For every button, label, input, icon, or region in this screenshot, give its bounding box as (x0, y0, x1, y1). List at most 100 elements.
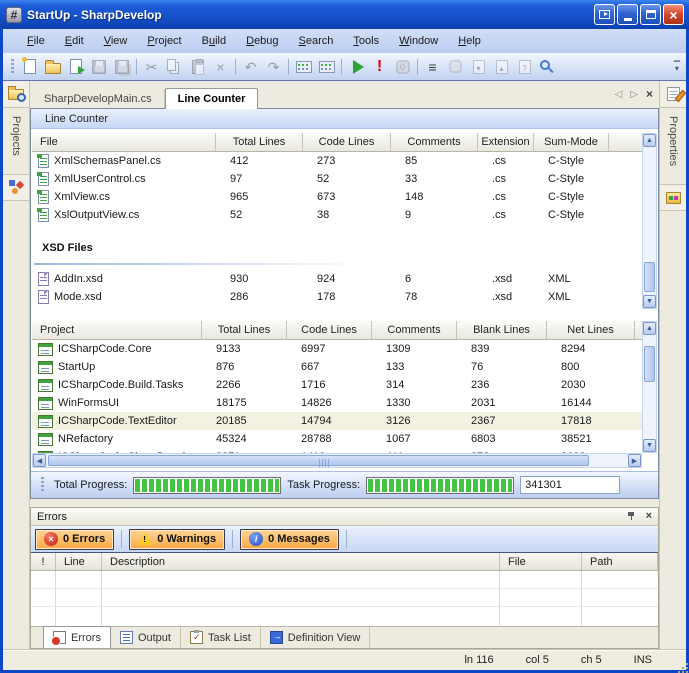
column-header[interactable]: ! (31, 553, 56, 570)
prev-bookmark-button[interactable]: ▾ (467, 56, 490, 78)
next-bookmark-button[interactable]: ▴ (490, 56, 513, 78)
undo-button[interactable]: ↶ (239, 56, 262, 78)
toolbar-separator[interactable] (285, 56, 292, 78)
bottom-tab-output[interactable]: Output (111, 627, 181, 648)
file-row[interactable]: Mode.xsd 286 178 78 .xsd XML (32, 288, 642, 306)
region-button[interactable] (444, 56, 467, 78)
menu-tools[interactable]: Tools (343, 32, 389, 50)
dock-button[interactable] (594, 4, 615, 25)
progress-grip[interactable] (41, 477, 44, 493)
column-header[interactable]: Project (32, 321, 202, 339)
scroll-left-icon[interactable]: ◀ (33, 454, 46, 467)
toolbar-overflow-chevron[interactable]: ▔▾ (672, 62, 682, 72)
help-button[interactable]: ? (513, 56, 536, 78)
toolbar-separator[interactable] (232, 56, 239, 78)
menu-debug[interactable]: Debug (236, 32, 288, 50)
classes-pad-button[interactable] (3, 174, 29, 201)
delete-button[interactable]: × (209, 56, 232, 78)
stop-button[interactable]: 0 (391, 56, 414, 78)
menu-project[interactable]: Project (137, 32, 191, 50)
tab-line-counter[interactable]: Line Counter (165, 88, 259, 109)
copy-button[interactable] (163, 56, 186, 78)
column-header[interactable]: Net Lines (547, 321, 635, 339)
scroll-thumb[interactable] (644, 262, 655, 292)
menu-build[interactable]: Build (192, 32, 236, 50)
column-header[interactable]: Path (582, 553, 658, 570)
minimize-button[interactable] (617, 4, 638, 25)
column-header[interactable]: Line (56, 553, 102, 570)
save-all-button[interactable] (110, 56, 133, 78)
column-header[interactable]: Total Lines (202, 321, 287, 339)
toolbox-pad-button[interactable] (660, 184, 686, 211)
projects-pad-label[interactable]: Projects (10, 108, 22, 164)
resize-grip[interactable] (682, 667, 684, 669)
file-row[interactable]: XmlUserControl.cs 97 52 33 .cs C-Style (32, 170, 642, 188)
bottom-tab-task-list[interactable]: Task List (181, 627, 261, 648)
close-button[interactable]: × (663, 4, 684, 25)
scroll-up-icon[interactable]: ▲ (643, 134, 656, 147)
run-button[interactable] (345, 56, 368, 78)
bottom-tab-errors[interactable]: Errors (43, 626, 111, 648)
scroll-thumb[interactable] (644, 346, 655, 382)
menu-help[interactable]: Help (448, 32, 491, 50)
errors-filter-button[interactable]: ×0 Errors (35, 529, 114, 550)
file-row[interactable]: AddIn.xsd 930 924 6 .xsd XML (32, 270, 642, 288)
project-row[interactable]: ICSharpCode.TextEditor 20185 14794 3126 … (32, 412, 642, 430)
column-header[interactable]: File (500, 553, 582, 570)
column-header[interactable]: Comments (372, 321, 457, 339)
search-button[interactable] (536, 56, 559, 78)
menu-window[interactable]: Window (389, 32, 448, 50)
scroll-down-icon[interactable]: ▼ (643, 439, 656, 452)
projects-table-hscrollbar[interactable]: ◀ ▶ (32, 453, 642, 468)
menu-file[interactable]: File (17, 32, 55, 50)
column-header[interactable]: Total Lines (216, 133, 303, 151)
errors-close-icon[interactable]: × (646, 511, 652, 522)
toolbar-separator[interactable] (133, 56, 140, 78)
open-project-button[interactable] (64, 56, 87, 78)
open-file-button[interactable] (41, 56, 64, 78)
project-row[interactable]: ICSharpCode.Build.Tasks 2266 1716 314 23… (32, 376, 642, 394)
redo-button[interactable]: ↷ (262, 56, 285, 78)
column-header[interactable]: Extension (478, 133, 534, 151)
tab-sharpdevelopmain[interactable]: SharpDevelopMain.cs (32, 89, 165, 109)
warnings-filter-button[interactable]: 0 Warnings (129, 529, 225, 550)
bottom-tab-definition-view[interactable]: Definition View (261, 627, 371, 648)
projects-table-scrollbar[interactable]: ▲ ▼ (642, 321, 657, 453)
app-icon[interactable]: # (6, 7, 22, 23)
pin-icon[interactable] (627, 512, 636, 521)
scroll-right-icon[interactable]: ▶ (628, 454, 641, 467)
files-table-scrollbar[interactable]: ▲ ▼ (642, 133, 657, 309)
toolbar-grip[interactable] (11, 59, 14, 75)
column-header[interactable]: Blank Lines (457, 321, 547, 339)
column-header[interactable]: Sum-Mode (534, 133, 609, 151)
project-row[interactable]: WinFormsUI 18175 14826 1330 2031 16144 (32, 394, 642, 412)
task-list-button[interactable]: ≡ (421, 56, 444, 78)
scroll-down-icon[interactable]: ▼ (643, 295, 656, 308)
properties-pad-button[interactable] (660, 81, 686, 108)
toolbar-separator[interactable] (338, 56, 345, 78)
tab-scroll-right-icon[interactable]: ▷ (630, 89, 638, 100)
cut-button[interactable]: ✂ (140, 56, 163, 78)
save-button[interactable] (87, 56, 110, 78)
menu-search[interactable]: Search (289, 32, 344, 50)
scroll-up-icon[interactable]: ▲ (643, 322, 656, 335)
column-header[interactable]: Code Lines (287, 321, 372, 339)
new-file-button[interactable] (18, 56, 41, 78)
tab-scroll-left-icon[interactable]: ◁ (615, 89, 623, 100)
scroll-thumb[interactable] (48, 455, 589, 466)
maximize-button[interactable] (640, 4, 661, 25)
rebuild-button[interactable] (315, 56, 338, 78)
tab-close-icon[interactable]: × (646, 87, 653, 101)
menu-edit[interactable]: Edit (55, 32, 94, 50)
project-row[interactable]: ICSharpCode.Core 9133 6997 1309 839 8294 (32, 340, 642, 358)
column-header[interactable]: Comments (391, 133, 478, 151)
run-without-debugger-button[interactable]: ! (368, 56, 391, 78)
column-header[interactable]: File (32, 133, 216, 151)
properties-pad-label[interactable]: Properties (667, 108, 679, 174)
column-header[interactable]: Description (102, 553, 500, 570)
messages-filter-button[interactable]: i0 Messages (240, 529, 339, 550)
build-button[interactable] (292, 56, 315, 78)
project-row[interactable]: StartUp 876 667 133 76 800 (32, 358, 642, 376)
file-row[interactable]: XslOutputView.cs 52 38 9 .cs C-Style (32, 206, 642, 224)
column-header[interactable]: Code Lines (303, 133, 391, 151)
